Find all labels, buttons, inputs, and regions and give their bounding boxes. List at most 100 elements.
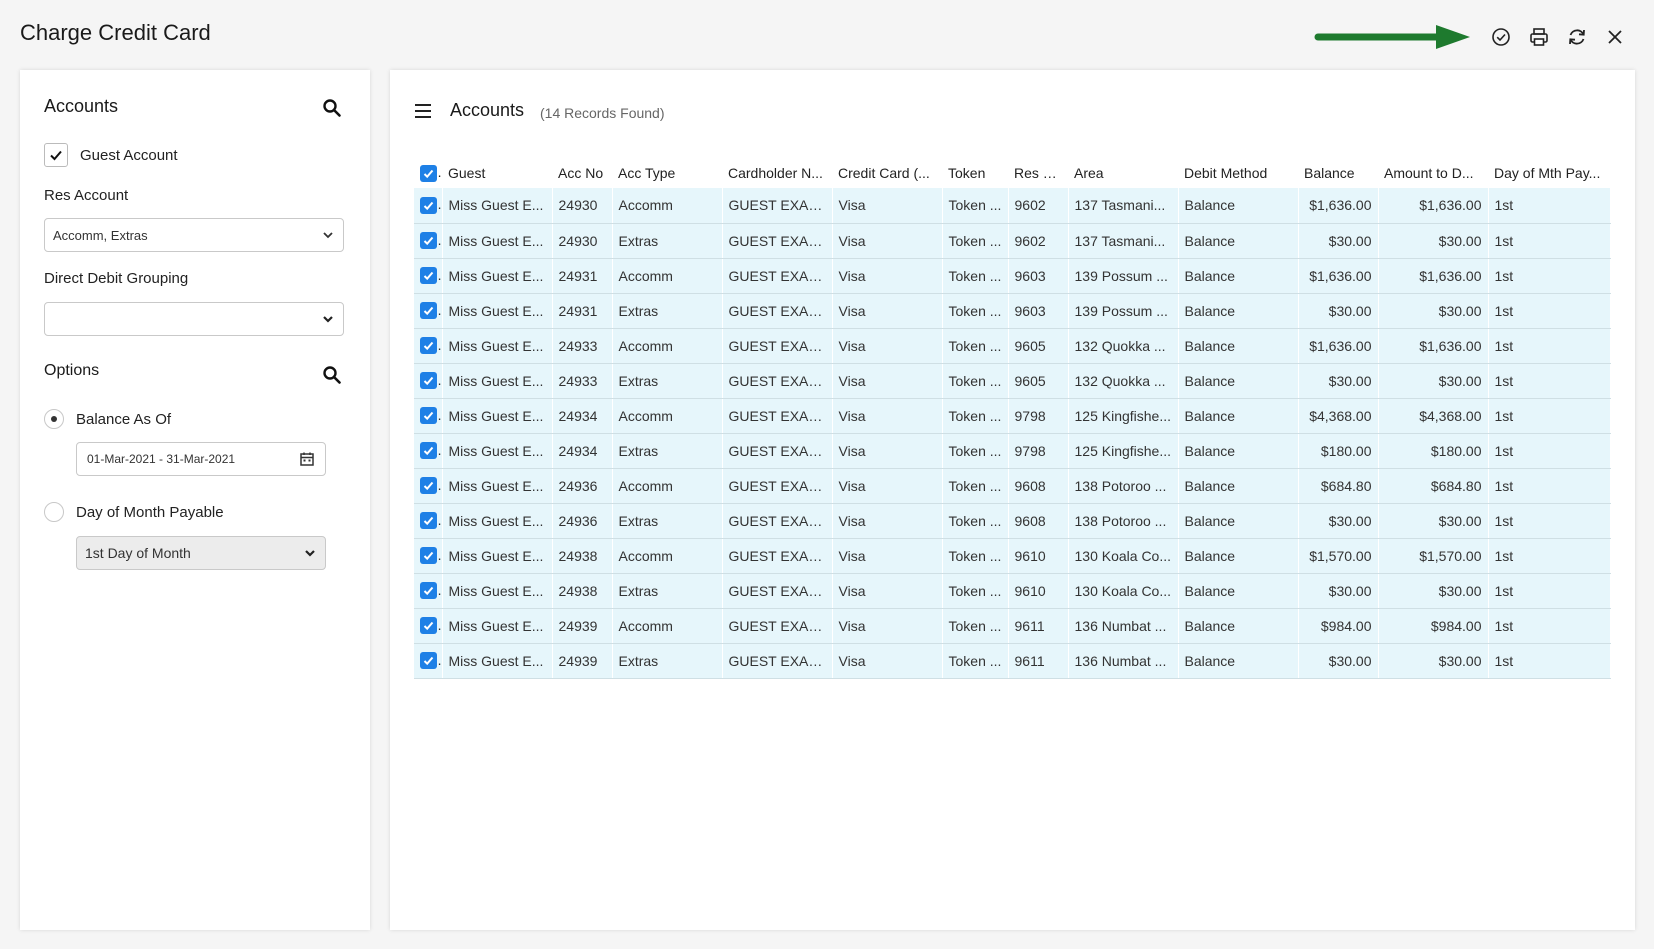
search-icon[interactable]: [322, 98, 342, 118]
table-cell: Miss Guest E...: [442, 293, 553, 329]
close-button[interactable]: [1596, 23, 1634, 51]
column-header[interactable]: Area: [1068, 158, 1178, 188]
table-row[interactable]: Miss Guest E... 24933 Accomm GUEST EXAM... V…: [414, 328, 1611, 364]
table-cell: GUEST EXAM...: [722, 293, 833, 329]
table-cell: $30.00: [1298, 503, 1379, 539]
date-range-input[interactable]: 01-Mar-2021 - 31-Mar-2021: [76, 442, 326, 476]
refresh-icon: [1569, 29, 1585, 45]
table-cell: Balance: [1178, 573, 1299, 609]
column-header[interactable]: Cardholder N...: [722, 158, 832, 188]
table-row[interactable]: Miss Guest E... 24938 Extras GUEST EXAM... V…: [414, 573, 1611, 609]
balance-as-of-radio[interactable]: [44, 409, 64, 429]
table-row[interactable]: Miss Guest E... 24939 Extras GUEST EXAM... V…: [414, 643, 1611, 679]
table-row[interactable]: Miss Guest E... 24934 Extras GUEST EXAM... V…: [414, 433, 1611, 469]
table-row[interactable]: Miss Guest E... 24933 Extras GUEST EXAM... V…: [414, 363, 1611, 399]
res-account-select[interactable]: Accomm, Extras: [44, 218, 344, 252]
select-all-checkbox[interactable]: [420, 164, 437, 182]
row-checkbox[interactable]: [420, 652, 437, 670]
table-cell: $684.80: [1298, 468, 1379, 504]
table-row[interactable]: Miss Guest E... 24931 Extras GUEST EXAM... V…: [414, 293, 1611, 329]
table-cell: Visa: [832, 503, 943, 539]
row-select-cell[interactable]: [414, 398, 443, 434]
day-of-month-select[interactable]: 1st Day of Month: [76, 536, 326, 570]
checkmark-icon: [423, 447, 434, 456]
table-cell: Token ...: [942, 398, 1009, 434]
row-select-cell[interactable]: [414, 328, 443, 364]
row-checkbox[interactable]: [420, 442, 437, 460]
checkmark-icon: [423, 307, 434, 316]
row-checkbox[interactable]: [420, 302, 437, 320]
row-checkbox[interactable]: [420, 512, 437, 530]
row-checkbox[interactable]: [420, 547, 437, 565]
row-checkbox[interactable]: [420, 582, 437, 600]
row-select-cell[interactable]: [414, 188, 443, 224]
table-row[interactable]: Miss Guest E... 24938 Accomm GUEST EXAM... V…: [414, 538, 1611, 574]
row-checkbox[interactable]: [420, 372, 437, 390]
hamburger-menu-icon[interactable]: [414, 103, 432, 119]
calendar-icon[interactable]: [299, 451, 315, 467]
column-header[interactable]: Day of Mth Pay...: [1488, 158, 1610, 188]
accounts-grid-panel: Accounts (14 Records Found) Guest Acc No A…: [390, 70, 1635, 930]
table-row[interactable]: Miss Guest E... 24930 Accomm GUEST EXAM... V…: [414, 188, 1611, 224]
column-header[interactable]: Balance: [1298, 158, 1378, 188]
direct-debit-select[interactable]: [44, 302, 344, 336]
table-row[interactable]: Miss Guest E... 24930 Extras GUEST EXAM... V…: [414, 223, 1611, 259]
row-select-cell[interactable]: [414, 223, 443, 259]
table-cell: Token ...: [942, 503, 1009, 539]
row-select-cell[interactable]: [414, 573, 443, 609]
table-row[interactable]: Miss Guest E... 24934 Accomm GUEST EXAM... V…: [414, 398, 1611, 434]
row-select-cell[interactable]: [414, 363, 443, 399]
column-header[interactable]: Res N...: [1008, 158, 1068, 188]
table-cell: 1st: [1488, 538, 1611, 574]
row-select-cell[interactable]: [414, 538, 443, 574]
table-cell: 1st: [1488, 223, 1611, 259]
table-row[interactable]: Miss Guest E... 24931 Accomm GUEST EXAM... V…: [414, 258, 1611, 294]
row-checkbox[interactable]: [420, 337, 437, 355]
column-header[interactable]: Token: [942, 158, 1008, 188]
table-cell: $30.00: [1378, 223, 1489, 259]
select-all-cell[interactable]: [414, 158, 442, 188]
column-header[interactable]: Acc No: [552, 158, 612, 188]
table-cell: Balance: [1178, 433, 1299, 469]
row-select-cell[interactable]: [414, 643, 443, 679]
refresh-button[interactable]: [1558, 23, 1596, 51]
row-select-cell[interactable]: [414, 608, 443, 644]
table-cell: Balance: [1178, 468, 1299, 504]
checkmark-icon: [423, 201, 434, 211]
row-checkbox[interactable]: [420, 477, 437, 495]
row-select-cell[interactable]: [414, 503, 443, 539]
table-cell: $180.00: [1378, 433, 1489, 469]
table-cell: GUEST EXAM...: [722, 643, 833, 679]
print-button[interactable]: [1520, 23, 1558, 51]
table-row[interactable]: Miss Guest E... 24936 Accomm GUEST EXAM... V…: [414, 468, 1611, 504]
table-cell: 9611: [1008, 608, 1069, 644]
day-of-month-value: 1st Day of Month: [85, 545, 191, 561]
column-header[interactable]: Credit Card (...: [832, 158, 942, 188]
day-of-month-radio[interactable]: [44, 502, 64, 522]
column-header[interactable]: Amount to D...: [1378, 158, 1488, 188]
row-checkbox[interactable]: [420, 617, 437, 635]
column-header[interactable]: Acc Type: [612, 158, 722, 188]
checkmark-icon: [423, 517, 434, 526]
checkmark-icon: [423, 342, 434, 351]
row-select-cell[interactable]: [414, 258, 443, 294]
row-select-cell[interactable]: [414, 433, 443, 469]
row-checkbox[interactable]: [420, 197, 437, 215]
check-circle-icon: [1492, 28, 1510, 46]
row-select-cell[interactable]: [414, 468, 443, 504]
table-row[interactable]: Miss Guest E... 24939 Accomm GUEST EXAM... V…: [414, 608, 1611, 644]
table-cell: 130 Koala Co...: [1068, 538, 1179, 574]
search-icon[interactable]: [322, 365, 342, 385]
complete-button[interactable]: [1482, 23, 1520, 51]
column-header[interactable]: Guest: [442, 158, 552, 188]
column-header[interactable]: Debit Method: [1178, 158, 1298, 188]
row-checkbox[interactable]: [420, 232, 437, 250]
table-cell: 132 Quokka ...: [1068, 363, 1179, 399]
table-row[interactable]: Miss Guest E... 24936 Extras GUEST EXAM... V…: [414, 503, 1611, 539]
row-checkbox[interactable]: [420, 267, 437, 285]
table-cell: Token ...: [942, 573, 1009, 609]
chevron-down-icon: [323, 316, 333, 323]
row-select-cell[interactable]: [414, 293, 443, 329]
row-checkbox[interactable]: [420, 407, 437, 425]
guest-account-checkbox[interactable]: [44, 143, 68, 167]
